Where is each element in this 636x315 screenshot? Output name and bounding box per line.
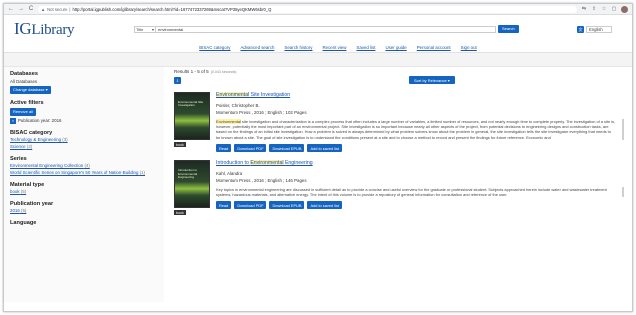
material-item-book[interactable]: book (5) (10, 189, 164, 195)
search-button[interactable]: Search (498, 25, 519, 33)
warning-icon: ▲ (41, 6, 46, 12)
nav-sign-out[interactable]: Sign out (461, 43, 477, 52)
active-filter-label: Publication year: 2016 (18, 118, 62, 123)
series-item-world-scientific[interactable]: World Scientific Series on Singapore's 5… (10, 170, 164, 176)
series-item-environmental[interactable]: Environmental Engineering Collection (4) (10, 163, 164, 169)
result-meta: Momentum Press , 2016 ; English ; 102 Pa… (216, 109, 307, 115)
url-text: http://portal.igpublish.com/iglibrary/se… (72, 6, 272, 12)
chevron-down-icon: ▾ (151, 26, 154, 32)
change-database-button[interactable]: Change database ▾ (10, 85, 51, 94)
databases-value: All Databases (10, 78, 38, 84)
search-input[interactable]: environmental (156, 25, 496, 33)
book-cover[interactable]: Introduction to Environmental Engineerin… (174, 160, 210, 209)
result-title[interactable]: Environmental Site Investigation (216, 92, 624, 98)
result-abstract: Key topics in environmental engineering … (216, 186, 624, 198)
result-title[interactable]: Introduction to Environmental Engineerin… (216, 160, 624, 167)
series-heading: Series (10, 155, 27, 162)
download-pdf-button[interactable]: Download PDF (234, 144, 267, 153)
result-meta: Momentum Press , 2016 ; English ; 146 Pa… (216, 177, 307, 183)
language-select[interactable]: English (586, 25, 612, 33)
divider-band (4, 53, 632, 67)
language-selector: 文 English (577, 25, 612, 33)
nav-search-history[interactable]: Search history (284, 43, 312, 52)
language-heading: Language (10, 219, 37, 226)
filters-sidebar: Databases All Databases Change database … (4, 67, 164, 302)
page-button[interactable]: 1 (174, 76, 181, 84)
book-cover[interactable]: Environmental Site Investigation (174, 92, 210, 140)
browser-toolbar: ← → C ▲ Not secure | http://portal.igpub… (4, 4, 632, 15)
back-icon[interactable]: ← (8, 6, 14, 12)
material-badge: book (174, 210, 186, 216)
nav-bisac-category[interactable]: BISAC category (199, 43, 230, 52)
result-author: Kahl, Alandra (216, 171, 243, 177)
security-label: Not secure (47, 6, 68, 12)
nav-recent-view[interactable]: Recent view (323, 43, 347, 52)
nav-personal-account[interactable]: Personal account (417, 43, 451, 52)
material-heading: Material type (10, 181, 45, 188)
address-bar[interactable]: ▲ Not secure | http://portal.igpublish.c… (38, 5, 577, 13)
site-header: IGLibrary Title ▾ environmental Search 文 … (4, 15, 632, 43)
result-abstract: Environmental site investigation and cha… (216, 118, 624, 141)
read-button[interactable]: Read (216, 201, 232, 210)
bisac-heading: BISAC category (10, 129, 53, 136)
main-nav: BISAC category Advanced search Search hi… (4, 43, 632, 53)
download-epub-button[interactable]: Download EPUB (269, 201, 305, 210)
material-badge: book (174, 142, 186, 147)
language-icon: 文 (577, 25, 584, 33)
search-bar: Title ▾ environmental (134, 25, 496, 33)
result-item: Environmental Site Investigation book En… (174, 92, 624, 153)
star-icon[interactable]: ☆ (601, 6, 607, 12)
share-icon[interactable]: ⇪ (591, 6, 597, 12)
read-button[interactable]: Read (216, 144, 232, 153)
result-author: Poisler, Christopher B. (216, 103, 260, 108)
download-epub-button[interactable]: Download EPUB (269, 144, 305, 153)
sort-button[interactable]: Sort by Relevance ▾ (409, 76, 455, 84)
add-to-saved-list-button[interactable]: Add to saved list (307, 201, 343, 210)
pubyear-heading: Publication year (10, 200, 54, 207)
databases-heading: Databases (10, 71, 38, 77)
bisac-item-technology[interactable]: Technology & Engineering (3) (10, 137, 164, 143)
forward-icon[interactable]: → (18, 6, 24, 12)
download-pdf-button[interactable]: Download PDF (234, 201, 267, 210)
active-filters-heading: Active filters (10, 99, 44, 106)
reload-icon[interactable]: C (28, 6, 34, 12)
bisac-item-science[interactable]: Science (2) (10, 144, 164, 150)
translate-icon[interactable]: ⇆ (581, 6, 587, 12)
profile-avatar[interactable] (621, 5, 628, 13)
remove-all-button[interactable]: Remove all (10, 107, 37, 116)
pubyear-item-2016[interactable]: 2016 (5) (10, 208, 164, 214)
results-panel: Results 1 - 5 of 5 (0.043 seconds) 1 Sor… (164, 67, 632, 302)
active-filter: × Publication year: 2016 (10, 117, 164, 124)
browser-window: ← → C ▲ Not secure | http://portal.igpub… (3, 3, 633, 312)
nav-advanced-search[interactable]: Advanced search (240, 43, 274, 52)
result-item: Introduction to Environmental Engineerin… (174, 160, 624, 216)
add-to-saved-list-button[interactable]: Add to saved list (307, 144, 343, 153)
close-icon[interactable]: × (10, 117, 16, 124)
iglibrary-logo[interactable]: IGLibrary (14, 19, 94, 39)
results-summary: Results 1 - 5 of 5 (174, 69, 209, 74)
nav-saved-list[interactable]: Saved list (356, 43, 375, 52)
results-time: (0.043 seconds) (210, 70, 237, 74)
nav-user-guide[interactable]: User guide (385, 43, 406, 52)
search-field-select[interactable]: Title ▾ (134, 25, 156, 33)
tab-icon[interactable]: ▢ (611, 6, 617, 12)
